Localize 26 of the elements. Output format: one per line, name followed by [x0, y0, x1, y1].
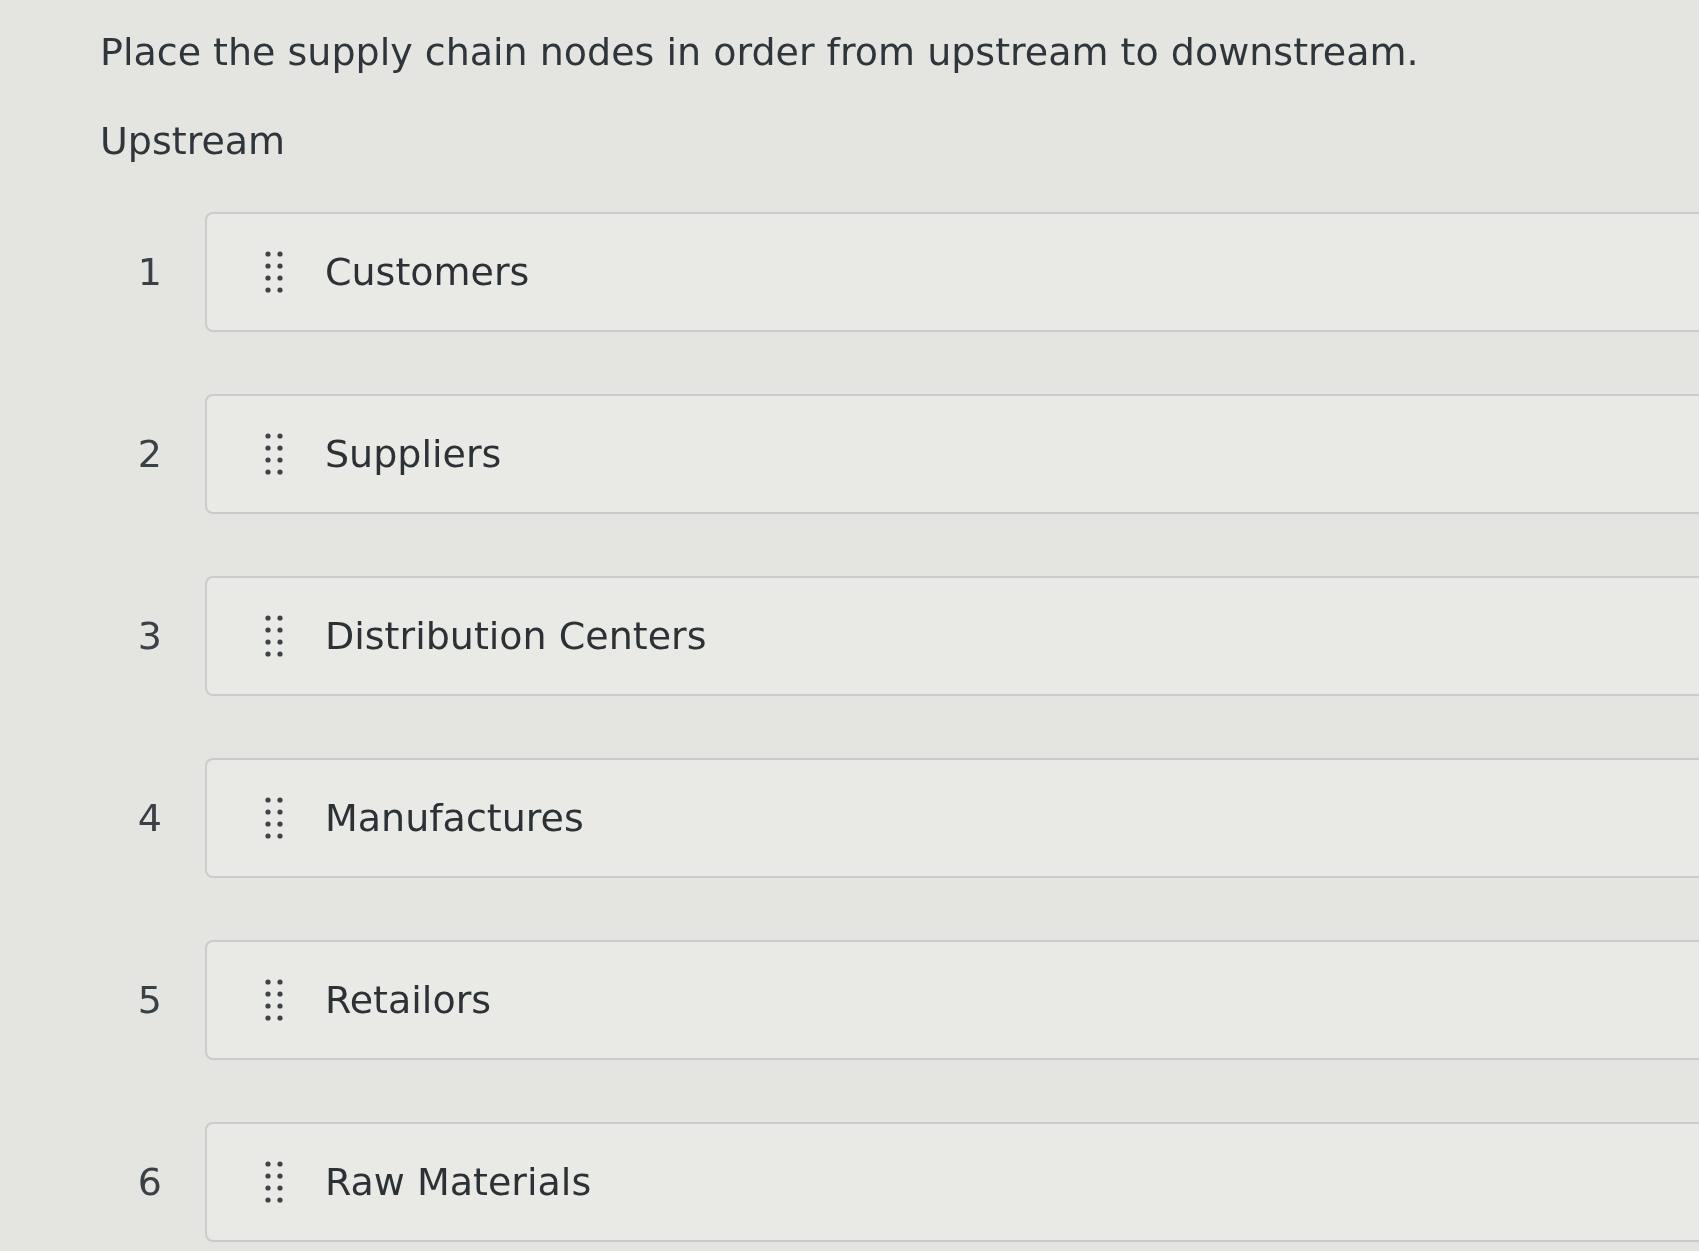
sortable-item[interactable]: Retailors	[205, 940, 1699, 1060]
item-label: Customers	[325, 249, 530, 296]
question-prompt: Place the supply chain nodes in order from upstream to downstream.	[100, 29, 1419, 76]
upstream-label: Upstream	[100, 118, 286, 165]
drag-handle-icon[interactable]	[265, 615, 283, 657]
item-label: Distribution Centers	[325, 613, 707, 660]
position-number: 2	[136, 431, 162, 477]
position-number: 6	[136, 1159, 162, 1205]
position-number: 3	[136, 613, 162, 659]
position-number: 1	[136, 249, 162, 295]
drag-handle-icon[interactable]	[265, 797, 283, 839]
item-label: Suppliers	[325, 431, 502, 478]
sortable-item[interactable]: Manufactures	[205, 758, 1699, 878]
drag-handle-icon[interactable]	[265, 1161, 283, 1203]
sortable-item[interactable]: Suppliers	[205, 394, 1699, 514]
item-label: Manufactures	[325, 795, 584, 842]
drag-handle-icon[interactable]	[265, 251, 283, 293]
sortable-item[interactable]: Distribution Centers	[205, 576, 1699, 696]
position-number: 4	[136, 795, 162, 841]
drag-handle-icon[interactable]	[265, 433, 283, 475]
item-label: Raw Materials	[325, 1159, 592, 1206]
sortable-item[interactable]: Raw Materials	[205, 1122, 1699, 1242]
sortable-item[interactable]: Customers	[205, 212, 1699, 332]
item-label: Retailors	[325, 977, 492, 1024]
drag-handle-icon[interactable]	[265, 979, 283, 1021]
position-number: 5	[136, 977, 162, 1023]
